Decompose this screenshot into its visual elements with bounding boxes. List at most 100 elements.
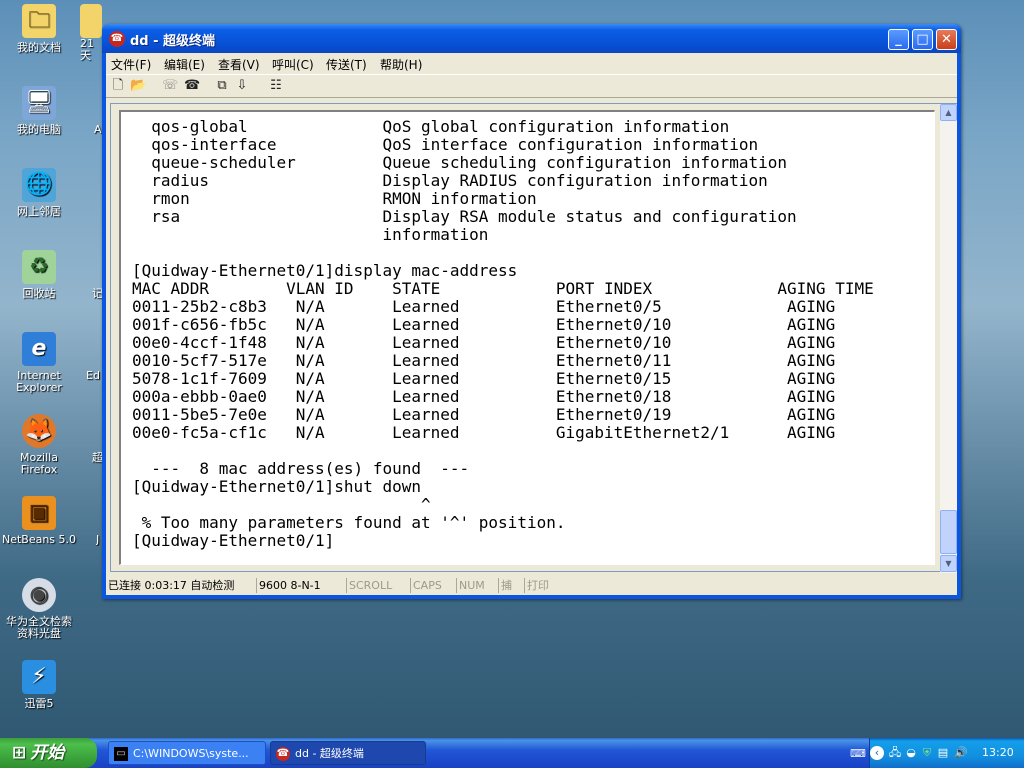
status-num: NUM [456,578,485,593]
maximize-button[interactable]: □ [912,29,933,50]
desktop-icon-my-computer[interactable]: 🖥 我的电脑 [0,86,78,136]
tray-app-icon-2[interactable]: ▤ [936,746,950,760]
window-title: dd - 超级终端 [130,34,216,49]
scroll-down-icon[interactable]: ▼ [940,555,957,572]
desktop-icon-firefox[interactable]: 🦊 Mozilla Firefox [0,414,78,476]
window-client: 文件(F) 编辑(E) 查看(V) 呼叫(C) 传送(T) 帮助(H) 🗋 📂 … [106,53,957,595]
system-tray: ‹ 🖧 ◒ ⛨ ▤ 🔊 13:20 [869,738,1024,768]
terminal-line: 0010-5cf7-517e N/A Learned Ethernet0/11 … [132,351,836,370]
terminal-scrollbar[interactable]: ▲ ▼ [940,104,957,573]
close-button[interactable]: ✕ [936,29,957,50]
terminal-line: 00e0-4ccf-1f48 N/A Learned Ethernet0/10 … [132,333,836,352]
desktop-icon-partial[interactable]: 记 [92,288,102,300]
folder-icon: 🗀 [22,4,56,38]
scroll-up-icon[interactable]: ▲ [940,104,957,121]
terminal-line: 0011-5be5-7e0e N/A Learned Ethernet0/19 … [132,405,836,424]
terminal-line: % Too many parameters found at '^' posit… [132,513,566,532]
desktop-icon-thunder[interactable]: ⚡ 迅雷5 [0,660,78,710]
desktop-icon-recycle-bin[interactable]: ♻ 回收站 [0,250,78,300]
start-button[interactable]: ⊞ 开始 [0,738,97,768]
security-tray-icon[interactable]: ⛨ [920,746,934,760]
status-print: 打印 [524,578,549,593]
desktop-icon-netbeans[interactable]: ▣ NetBeans 5.0 [0,496,78,546]
menu-help[interactable]: 帮助(H) [380,56,422,73]
taskbar-item-hyperterminal[interactable]: ☎ dd - 超级终端 [270,741,426,765]
toolbar: 🗋 📂 ☏ ☎ ⧉ ⇩ ☷ [106,74,957,98]
menu-edit[interactable]: 编辑(E) [164,56,205,73]
status-caps: CAPS [410,578,442,593]
status-settings: 9600 8-N-1 [256,578,321,593]
terminal-line: 000a-ebbb-0ae0 N/A Learned Ethernet0/18 … [132,387,836,406]
desktop-icon-label: 华为全文检索资料光盘 [6,615,72,640]
desktop-icon-huawei-docs[interactable]: ◉ 华为全文检索资料光盘 [0,578,78,640]
desktop-icon-internet-explorer[interactable]: e Internet Explorer [0,332,78,394]
tray-expand-icon[interactable]: ‹ [870,746,884,760]
cd-icon: ◉ [22,578,56,612]
terminal-line: qos-interface QoS interface configuratio… [132,135,759,154]
thunder-icon: ⚡ [22,660,56,694]
desktop-icon-partial[interactable]: 21天 [80,4,102,62]
terminal-line: information [132,225,489,244]
tray-app-icon[interactable]: ◒ [904,746,918,760]
keyboard-icon[interactable]: ⌨ [850,747,866,760]
hyperterminal-icon: ☎ [109,31,125,47]
terminal-screen[interactable]: qos-global QoS global configuration info… [119,110,935,565]
terminal-line: 5078-1c1f-7609 N/A Learned Ethernet0/15 … [132,369,836,388]
send-icon[interactable]: ⧉ [214,78,230,94]
volume-icon[interactable]: 🔊 [954,746,968,760]
disconnect-icon[interactable]: ☏ [162,78,178,94]
menu-call[interactable]: 呼叫(C) [272,56,314,73]
terminal-line: [Quidway-Ethernet0/1] [132,531,335,550]
desktop-icon-label: Internet Explorer [16,369,62,394]
desktop-icon-label: 我的电脑 [17,123,61,136]
terminal-frame: qos-global QoS global configuration info… [110,103,957,573]
status-connection: 已连接 0:03:17 自动检测 [108,579,235,592]
window-titlebar[interactable]: ☎ dd - 超级终端 _ □ ✕ [102,24,961,53]
open-icon[interactable]: 📂 [130,78,146,94]
desktop-icon-partial[interactable]: A [94,124,102,136]
desktop-icon-label: A [94,124,102,136]
taskbar: ⊞ 开始 ▭ C:\WINDOWS\syste... ☎ dd - 超级终端 ⌨ … [0,738,1024,768]
menu-view[interactable]: 查看(V) [218,56,260,73]
desktop-icon-label: 回收站 [22,287,56,300]
internet-explorer-icon: e [22,332,56,366]
hyperterminal-window: ☎ dd - 超级终端 _ □ ✕ 文件(F) 编辑(E) 查看(V) 呼叫(C… [102,24,961,599]
desktop-icon-label: Mozilla Firefox [20,451,58,476]
menu-transfer[interactable]: 传送(T) [326,56,367,73]
receive-icon[interactable]: ⇩ [234,78,250,94]
properties-icon[interactable]: ☷ [268,78,284,94]
menu-bar: 文件(F) 编辑(E) 查看(V) 呼叫(C) 传送(T) 帮助(H) [106,53,957,73]
dial-icon[interactable]: ☎ [184,78,200,94]
network-tray-icon[interactable]: 🖧 [888,746,902,760]
desktop-icon-label: 网上邻居 [17,205,61,218]
terminal-line: 0011-25b2-c8b3 N/A Learned Ethernet0/5 A… [132,297,836,316]
desktop-icon-label: 我的文档 [17,41,61,54]
taskbar-clock: 13:20 [982,746,1014,759]
taskbar-item-cmd[interactable]: ▭ C:\WINDOWS\syste... [108,741,266,765]
desktop-icon-partial[interactable]: 超 [92,452,102,464]
new-icon[interactable]: 🗋 [110,78,126,94]
scrollbar-thumb[interactable] [940,510,957,554]
desktop-icon-label: 超 [92,452,102,464]
start-label: 开始 [30,743,65,763]
network-icon: 🌐 [22,168,56,202]
terminal-output: qos-global QoS global configuration info… [132,118,874,550]
desktop-icon-label: 21天 [80,37,94,62]
minimize-button[interactable]: _ [888,29,909,50]
netbeans-icon: ▣ [22,496,56,530]
terminal-line: [Quidway-Ethernet0/1]shut down [132,477,421,496]
status-bar: 已连接 0:03:17 自动检测 9600 8-N-1 SCROLL CAPS … [106,576,957,595]
terminal-line: rmon RMON information [132,189,537,208]
desktop-icon-partial[interactable]: Ed [86,370,102,382]
desktop-icon-label: Ed [86,370,100,382]
desktop-icon-label: 迅雷5 [24,697,54,710]
windows-logo-icon: ⊞ [12,743,27,763]
desktop-icon-my-documents[interactable]: 🗀 我的文档 [0,4,78,54]
menu-file[interactable]: 文件(F) [111,56,151,73]
recycle-bin-icon: ♻ [22,250,56,284]
terminal-line: rsa Display RSA module status and config… [132,207,797,226]
status-scroll: SCROLL [346,578,392,593]
desktop-icon-network[interactable]: 🌐 网上邻居 [0,168,78,218]
